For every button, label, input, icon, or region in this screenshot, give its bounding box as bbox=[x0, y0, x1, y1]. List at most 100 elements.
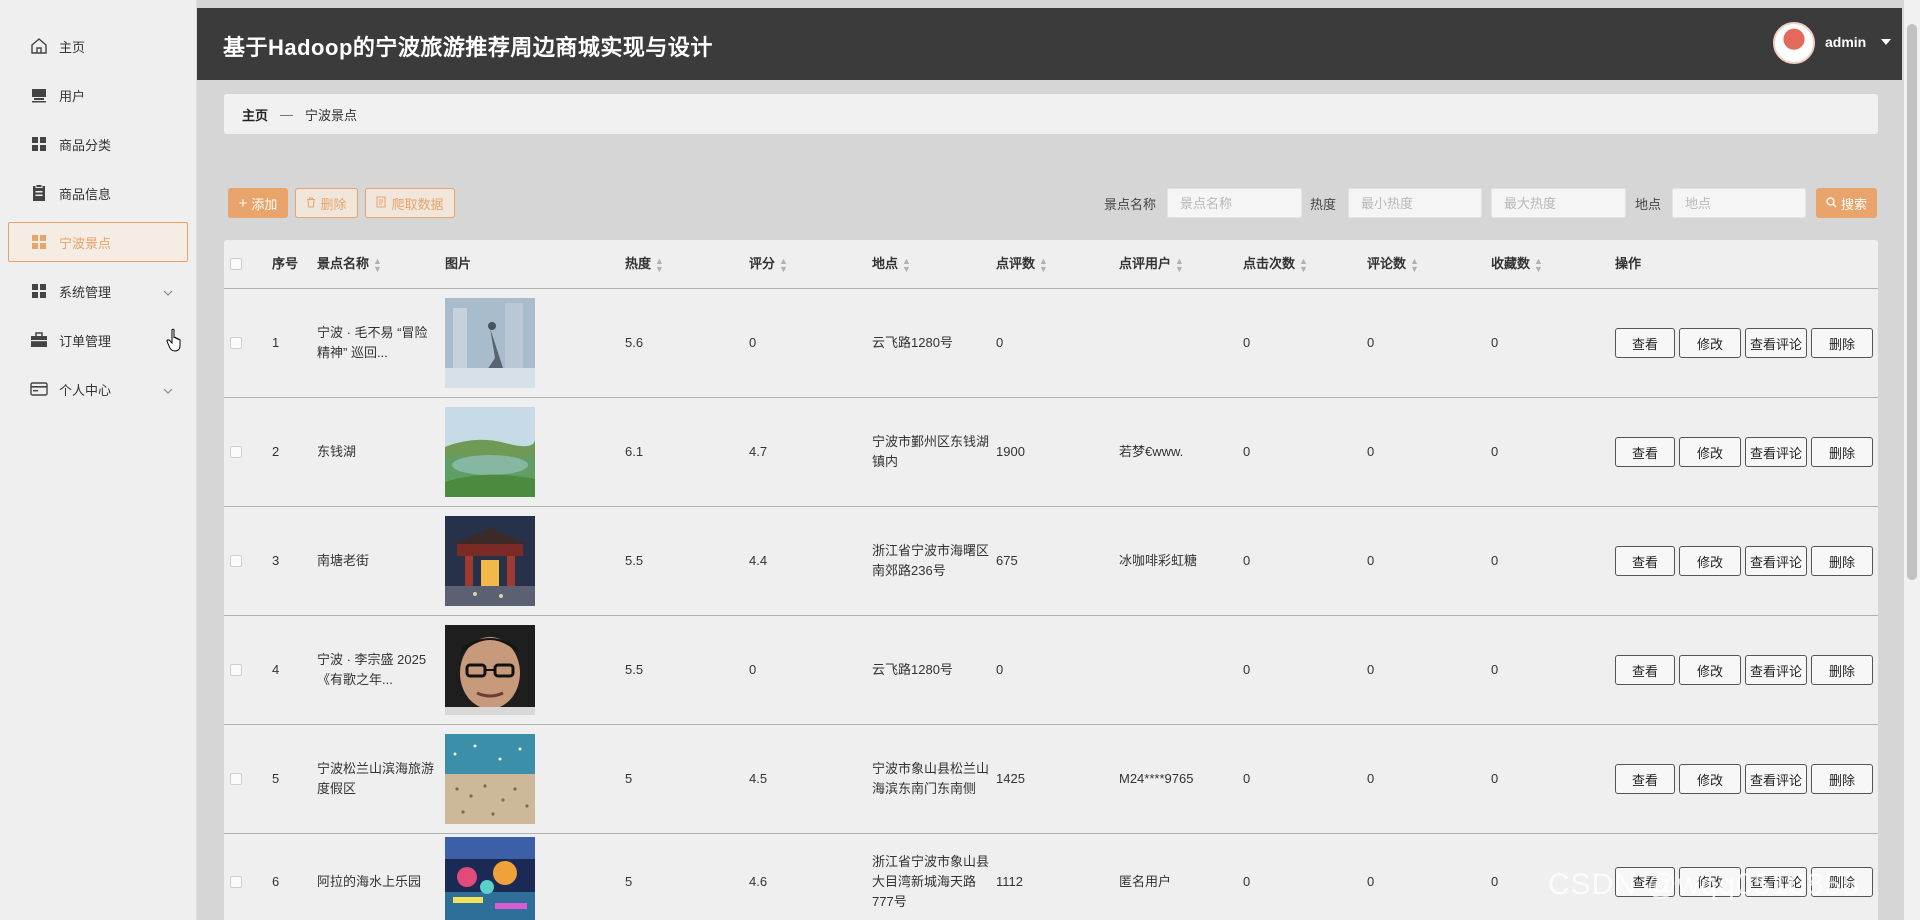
row-checkbox[interactable] bbox=[230, 773, 242, 785]
view-button[interactable]: 查看 bbox=[1615, 328, 1675, 358]
row-checkbox[interactable] bbox=[230, 446, 242, 458]
avatar[interactable] bbox=[1773, 22, 1815, 64]
delete-button[interactable]: 删除 bbox=[1811, 546, 1873, 576]
sort-icon[interactable]: ▲ ▼ bbox=[373, 256, 382, 273]
header-name[interactable]: 景点名称 ▲ ▼ bbox=[317, 254, 445, 274]
view-comments-button[interactable]: 查看评论 bbox=[1745, 328, 1807, 358]
row-checkbox[interactable] bbox=[230, 337, 242, 349]
beach-crowd-thumbnail[interactable] bbox=[445, 734, 535, 824]
misty-city-figure-thumbnail[interactable] bbox=[445, 298, 535, 388]
review-user: 匿名用户 bbox=[1119, 873, 1172, 889]
header-location[interactable]: 地点 ▲ ▼ bbox=[872, 254, 996, 274]
attraction-name-input[interactable] bbox=[1167, 188, 1302, 218]
sort-icon[interactable]: ▲ ▼ bbox=[655, 256, 664, 273]
edit-button[interactable]: 修改 bbox=[1679, 655, 1741, 685]
view-comments-button[interactable]: 查看评论 bbox=[1745, 764, 1807, 794]
view-button[interactable]: 查看 bbox=[1615, 764, 1675, 794]
sort-icon[interactable]: ▲ ▼ bbox=[1039, 256, 1048, 273]
row-checkbox[interactable] bbox=[230, 664, 242, 676]
sort-icon[interactable]: ▲ ▼ bbox=[1534, 256, 1543, 273]
lake-aerial-thumbnail[interactable] bbox=[445, 407, 535, 497]
delete-button[interactable]: 删除 bbox=[1811, 655, 1873, 685]
sidebar-item-order-management[interactable]: 订单管理 bbox=[8, 320, 188, 360]
view-comments-button[interactable]: 查看评论 bbox=[1745, 655, 1807, 685]
edit-button[interactable]: 修改 bbox=[1679, 546, 1741, 576]
briefcase-icon bbox=[29, 330, 49, 350]
header-review-count[interactable]: 点评数 ▲ ▼ bbox=[996, 254, 1119, 274]
favorite-count: 0 bbox=[1491, 335, 1499, 350]
old-street-gate-thumbnail[interactable] bbox=[445, 516, 535, 606]
sort-icon[interactable]: ▲ ▼ bbox=[779, 256, 788, 273]
sidebar-item-categories[interactable]: 商品分类 bbox=[8, 124, 188, 164]
sidebar-item-label: 个人中心 bbox=[59, 382, 112, 398]
comment-count: 0 bbox=[1367, 662, 1375, 677]
review-count: 1425 bbox=[996, 771, 1025, 786]
user-name[interactable]: admin bbox=[1825, 34, 1866, 50]
sort-icon[interactable]: ▲ ▼ bbox=[1175, 256, 1184, 273]
favorite-count: 0 bbox=[1491, 553, 1499, 568]
header-comments[interactable]: 评论数 ▲ ▼ bbox=[1367, 254, 1491, 274]
sidebar-item-ningbo-attractions[interactable]: 宁波景点 bbox=[8, 222, 188, 262]
row-checkbox[interactable] bbox=[230, 875, 242, 888]
delete-button[interactable]: 删除 bbox=[295, 188, 358, 218]
user-icon bbox=[29, 85, 49, 105]
portrait-glasses-thumbnail[interactable] bbox=[445, 625, 535, 715]
sort-icon[interactable]: ▲ ▼ bbox=[1410, 256, 1419, 273]
table-body: 1 宁波 · 毛不易 “冒险精神” 巡回... 5.6 0 云飞路1280号 0 0 0 0 查看… bbox=[224, 288, 1878, 920]
header-rating[interactable]: 评分 ▲ ▼ bbox=[749, 254, 872, 274]
review-count: 0 bbox=[996, 335, 1004, 350]
header-heat[interactable]: 热度 ▲ ▼ bbox=[625, 254, 749, 274]
row-index: 5 bbox=[272, 771, 280, 786]
heat-value: 5.5 bbox=[625, 662, 644, 677]
row-checkbox[interactable] bbox=[230, 555, 242, 567]
header-clicks[interactable]: 点击次数 ▲ ▼ bbox=[1243, 254, 1367, 274]
click-count: 0 bbox=[1243, 444, 1251, 459]
view-button[interactable]: 查看 bbox=[1615, 437, 1675, 467]
add-button[interactable]: + 添加 bbox=[228, 188, 288, 218]
sidebar-item-users[interactable]: 用户 bbox=[8, 75, 188, 115]
sidebar-item-system-management[interactable]: 系统管理 bbox=[8, 271, 188, 311]
comment-count: 0 bbox=[1367, 771, 1375, 786]
favorite-count: 0 bbox=[1491, 771, 1499, 786]
min-heat-input[interactable] bbox=[1348, 188, 1482, 218]
edit-button[interactable]: 修改 bbox=[1679, 764, 1741, 794]
sidebar-item-personal-center[interactable]: 个人中心 bbox=[8, 369, 188, 409]
crawl-data-button[interactable]: 爬取数据 bbox=[365, 188, 455, 218]
edit-button[interactable]: 修改 bbox=[1679, 328, 1741, 358]
sidebar-item-home[interactable]: 主页 bbox=[8, 26, 188, 66]
document-icon bbox=[376, 196, 387, 211]
max-heat-input[interactable] bbox=[1491, 188, 1626, 218]
delete-button[interactable]: 删除 bbox=[1811, 437, 1873, 467]
sidebar-item-products[interactable]: 商品信息 bbox=[8, 173, 188, 213]
sort-icon[interactable]: ▲ ▼ bbox=[902, 256, 911, 273]
sort-icon[interactable]: ▲ ▼ bbox=[1299, 256, 1308, 273]
edit-button[interactable]: 修改 bbox=[1679, 437, 1741, 467]
scrollbar-thumb[interactable] bbox=[1907, 24, 1917, 580]
click-count: 0 bbox=[1243, 553, 1251, 568]
view-comments-button[interactable]: 查看评论 bbox=[1745, 546, 1807, 576]
delete-button[interactable]: 删除 bbox=[1811, 328, 1873, 358]
attraction-name: 宁波 · 李宗盛 2025《有歌之年... bbox=[317, 652, 427, 687]
card-icon bbox=[29, 379, 49, 399]
attraction-image bbox=[445, 407, 625, 497]
view-button[interactable]: 查看 bbox=[1615, 655, 1675, 685]
heat-value: 5 bbox=[625, 771, 633, 786]
rating-value: 0 bbox=[749, 662, 757, 677]
location-value: 浙江省宁波市海曙区南郊路236号 bbox=[872, 543, 990, 578]
row-index: 4 bbox=[272, 662, 280, 677]
search-button[interactable]: 搜索 bbox=[1816, 188, 1877, 218]
view-button[interactable]: 查看 bbox=[1615, 546, 1675, 576]
water-park-night-thumbnail[interactable] bbox=[445, 836, 535, 920]
select-all-checkbox[interactable] bbox=[230, 258, 242, 270]
page-scrollbar[interactable] bbox=[1904, 0, 1920, 920]
table-row: 3 南塘老街 5.5 4.4 浙江省宁波市海曙区南郊路236号 675 冰咖啡彩虹糖 0 0 0 查… bbox=[224, 506, 1878, 615]
delete-button[interactable]: 删除 bbox=[1811, 764, 1873, 794]
location-input[interactable] bbox=[1672, 188, 1806, 218]
view-comments-button[interactable]: 查看评论 bbox=[1745, 437, 1807, 467]
sidebar-item-label: 用户 bbox=[59, 88, 86, 104]
header-favorites[interactable]: 收藏数 ▲ ▼ bbox=[1491, 254, 1615, 274]
caret-down-icon[interactable] bbox=[1881, 39, 1891, 45]
breadcrumb-home[interactable]: 主页 bbox=[242, 105, 268, 124]
filter-name-label: 景点名称 bbox=[1104, 197, 1157, 212]
header-review-user[interactable]: 点评用户 ▲ ▼ bbox=[1119, 254, 1243, 274]
